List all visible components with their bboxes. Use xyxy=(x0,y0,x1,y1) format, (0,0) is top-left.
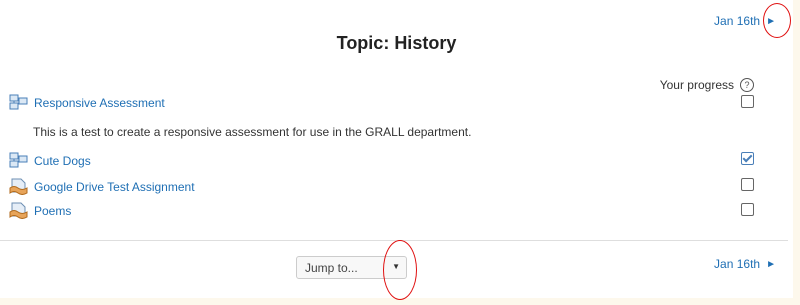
workshop-icon xyxy=(9,152,28,168)
assignment-icon xyxy=(9,202,28,219)
next-section-label[interactable]: Jan 16th xyxy=(714,257,760,271)
completion-checkbox-checked[interactable] xyxy=(741,152,754,165)
assignment-icon xyxy=(9,178,28,195)
jump-to-label: Jump to... xyxy=(305,260,358,275)
workshop-icon xyxy=(9,94,28,110)
completion-checkbox[interactable] xyxy=(741,203,754,216)
activity-description: This is a test to create a responsive as… xyxy=(33,125,472,139)
activity-link[interactable]: Poems xyxy=(34,204,71,218)
annotation-circle xyxy=(383,240,417,300)
annotation-circle xyxy=(763,3,791,38)
progress-label: Your progress xyxy=(659,78,734,92)
next-section-label[interactable]: Jan 16th xyxy=(714,14,760,28)
next-section-link-bottom[interactable]: Jan 16th ► xyxy=(714,257,776,271)
help-icon[interactable]: ? xyxy=(740,78,754,92)
progress-header: Your progress ? xyxy=(660,78,754,92)
course-section-page: Jan 16th ► Topic: History Your progress … xyxy=(0,0,793,300)
activity-link[interactable]: Google Drive Test Assignment xyxy=(34,180,195,194)
activity-row[interactable]: Responsive Assessment xyxy=(9,94,165,111)
completion-checkbox[interactable] xyxy=(741,95,754,108)
page-title: Topic: History xyxy=(336,33,457,53)
activity-link[interactable]: Cute Dogs xyxy=(34,154,91,168)
activity-row[interactable]: Cute Dogs xyxy=(9,152,91,169)
completion-checkbox[interactable] xyxy=(741,178,754,191)
activity-row[interactable]: Poems xyxy=(9,202,71,219)
activity-link[interactable]: Responsive Assessment xyxy=(34,96,165,110)
activity-row[interactable]: Google Drive Test Assignment xyxy=(9,178,195,195)
right-arrow-icon[interactable]: ► xyxy=(766,259,776,270)
